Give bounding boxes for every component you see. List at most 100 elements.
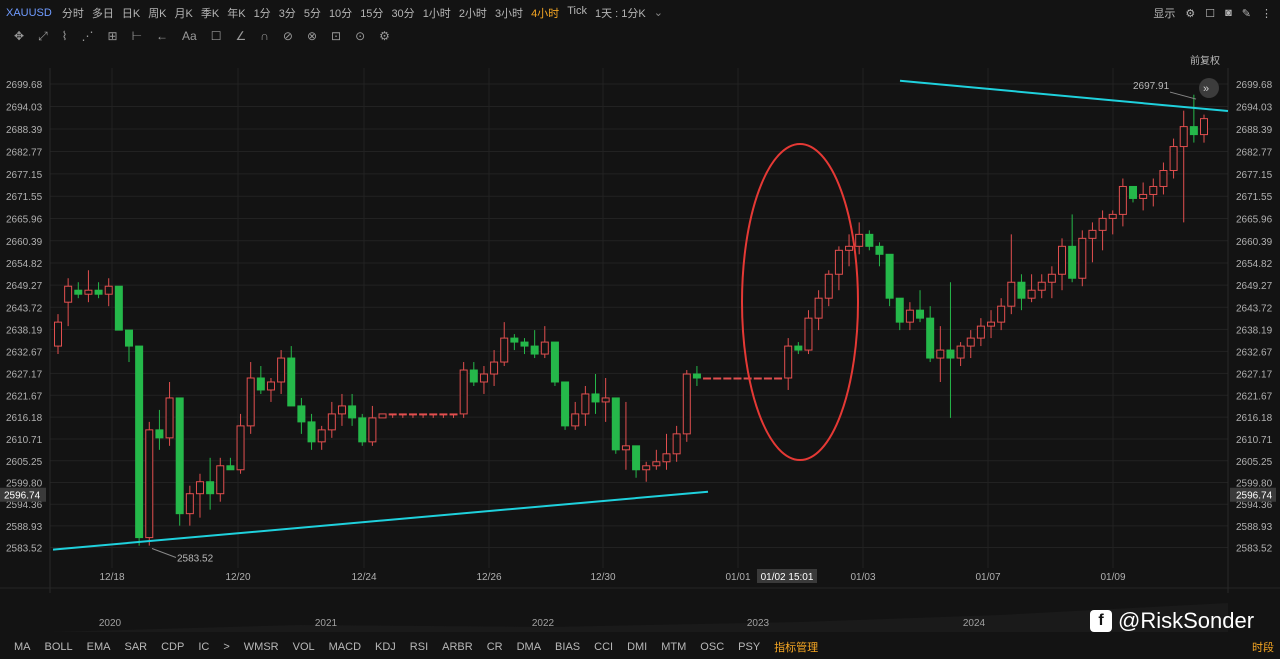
timeframe-tab[interactable]: 3分 <box>279 5 296 21</box>
timeframe-tab[interactable]: 1小时 <box>423 5 451 21</box>
layout-icon[interactable]: ☐ <box>1205 7 1215 20</box>
candle-body <box>591 393 600 403</box>
y-tick-label: 2638.19 <box>6 325 43 336</box>
candle-body <box>388 413 397 416</box>
candle-body <box>266 381 275 391</box>
y-tick-label: 2588.93 <box>1236 522 1273 533</box>
drawing-tool-icon[interactable]: ⌇ <box>62 29 68 43</box>
drawing-tool-icon[interactable]: ✥ <box>14 29 24 43</box>
candle-body <box>490 361 499 375</box>
display-button[interactable]: 显示 <box>1153 5 1175 21</box>
indicator-tab[interactable]: VOL <box>293 641 315 653</box>
drawing-tool-icon[interactable]: ∠ <box>236 29 247 43</box>
indicator-manager-button[interactable]: 指标管理 <box>774 639 818 655</box>
candle-body <box>1159 170 1168 187</box>
camera-icon[interactable]: ◙ <box>1225 7 1232 19</box>
timeframe-tab[interactable]: 1分 <box>254 5 271 21</box>
timeframe-tab[interactable]: 日K <box>122 5 140 21</box>
more-icon[interactable]: ⋮ <box>1261 7 1272 20</box>
timeframe-tab[interactable]: 月K <box>175 5 193 21</box>
indicator-tab[interactable]: IC <box>198 641 209 653</box>
indicator-tab[interactable]: CDP <box>161 641 184 653</box>
indicator-tab[interactable]: OSC <box>700 641 724 653</box>
timeframe-tab[interactable]: 10分 <box>329 5 352 21</box>
y-tick-label: 2605.25 <box>1236 457 1273 468</box>
candle-body <box>135 345 144 539</box>
candle-body <box>1179 126 1188 148</box>
timeframe-tab[interactable]: 分时 <box>62 5 84 21</box>
timeframe-tab[interactable]: 年K <box>227 5 245 21</box>
timeframe-tab[interactable]: 2小时 <box>459 5 487 21</box>
indicator-tab[interactable]: PSY <box>738 641 760 653</box>
indicator-bar: MA BOLL EMA SAR CDP IC > WMSR VOL MACD KDJ RSI ARBR C… <box>0 634 1280 659</box>
candle-body <box>1037 281 1046 291</box>
timeframe-tab[interactable]: 30分 <box>391 5 414 21</box>
y-tick-label: 2643.72 <box>1236 303 1273 314</box>
indicator-tab[interactable]: KDJ <box>375 641 396 653</box>
candle-body <box>145 429 154 539</box>
indicator-tab[interactable]: CCI <box>594 641 613 653</box>
candle-body <box>408 413 417 416</box>
candle-body <box>632 445 641 471</box>
watermark-text: @RiskSonder <box>1118 608 1255 633</box>
pen-icon[interactable]: ✎ <box>1242 7 1251 20</box>
indicator-tab[interactable]: CR <box>487 641 503 653</box>
timeframe-tab[interactable]: 3小时 <box>495 5 523 21</box>
y-tick-label: 2671.55 <box>6 192 43 203</box>
drawing-tool-icon[interactable]: Aa <box>182 29 197 43</box>
indicator-tab[interactable]: > <box>223 641 229 653</box>
y-tick-label: 2594.36 <box>1236 500 1273 511</box>
candle-body <box>936 349 945 359</box>
y-tick-label: 2682.77 <box>6 147 43 158</box>
gear-icon[interactable]: ⚙ <box>1185 7 1195 20</box>
drawing-tool-icon[interactable]: ⊞ <box>108 29 118 43</box>
indicator-tab[interactable]: MACD <box>329 641 361 653</box>
indicator-tab[interactable]: RSI <box>410 641 428 653</box>
session-label[interactable]: 时段 <box>1252 639 1274 655</box>
range-select[interactable]: 1天 : 1分K <box>595 5 646 21</box>
symbol-label[interactable]: XAUUSD <box>6 7 52 19</box>
indicator-tab[interactable]: ARBR <box>442 641 473 653</box>
drawing-tool-icon[interactable]: ⊙ <box>355 29 365 43</box>
indicator-tab[interactable]: DMA <box>517 641 541 653</box>
candlestick-chart[interactable]: 2699.68 2694.03 2688.39 2682.77 2677.15 2671.… <box>0 48 1280 633</box>
indicator-tab[interactable]: EMA <box>87 641 111 653</box>
indicator-tab[interactable]: DMI <box>627 641 647 653</box>
drawing-tool-icon[interactable]: ⚙ <box>379 29 390 43</box>
candle-body <box>621 445 630 451</box>
timeframe-tab[interactable]: 多日 <box>92 5 114 21</box>
drawing-tool-icon[interactable]: ⊢ <box>132 29 142 43</box>
candle-body <box>348 405 357 419</box>
drawing-tool-icon[interactable]: ⊡ <box>331 29 341 43</box>
drawing-tool-icon[interactable]: ← <box>156 29 168 43</box>
timeframe-tab[interactable]: 季K <box>201 5 219 21</box>
y-tick-label: 2671.55 <box>1236 192 1273 203</box>
drawing-tool-icon[interactable]: ⊗ <box>307 29 317 43</box>
timeframe-tab[interactable]: 周K <box>148 5 166 21</box>
x-tick-label: 01/09 <box>1100 572 1125 583</box>
indicator-tab[interactable]: MTM <box>661 641 686 653</box>
indicator-tab[interactable]: WMSR <box>244 641 279 653</box>
indicator-tab[interactable]: BOLL <box>45 641 73 653</box>
indicator-tab[interactable]: SAR <box>124 641 147 653</box>
timeframe-tab[interactable]: 5分 <box>304 5 321 21</box>
drawing-tool-icon[interactable]: ⋰ <box>82 29 94 43</box>
candle-body <box>865 233 874 247</box>
candle-body <box>692 373 701 379</box>
drawing-tool-icon[interactable]: ⊘ <box>283 29 293 43</box>
timeframe-tab[interactable]: 15分 <box>360 5 383 21</box>
candle-body <box>642 465 651 471</box>
drawing-tool-icon[interactable]: ☐ <box>211 29 222 43</box>
drawing-tool-icon[interactable]: ∩ <box>260 29 269 43</box>
candle-body <box>652 461 661 467</box>
candle-body <box>1027 289 1036 299</box>
year-label: 2020 <box>99 618 122 629</box>
chevron-down-icon[interactable]: ⌄ <box>654 6 663 19</box>
indicator-tab[interactable]: BIAS <box>555 641 580 653</box>
y-tick-label: 2621.67 <box>6 391 43 402</box>
facebook-icon: f <box>1090 610 1112 632</box>
timeframe-tab[interactable]: 4小时 <box>531 5 559 21</box>
timeframe-tab[interactable]: Tick <box>567 5 587 21</box>
drawing-tool-icon[interactable]: ⤢ <box>38 29 48 44</box>
indicator-tab[interactable]: MA <box>14 641 31 653</box>
